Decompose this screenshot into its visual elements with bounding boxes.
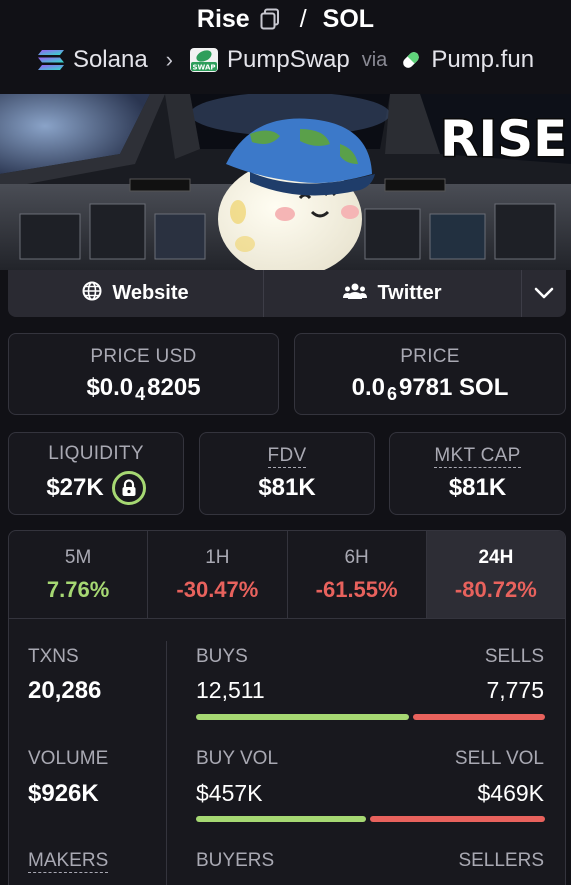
price-native-label: PRICE (400, 346, 460, 367)
market-cap-card[interactable]: MKT CAP $81K (389, 432, 566, 515)
chain-name[interactable]: Solana (73, 46, 148, 74)
pill-icon (399, 48, 423, 72)
token-symbol: Rise (196, 4, 250, 33)
transaction-stats-panel: TXNS 20,286 BUYS 12,511 SELLS 7,775 VOLU… (8, 619, 566, 885)
links-bar: Website Twitter (8, 270, 566, 317)
sell-volume-bar (370, 816, 545, 822)
liquidity-value-row: $27K (46, 470, 146, 505)
pair-title: Rise / SOL (0, 4, 571, 34)
dex-name[interactable]: PumpSwap (227, 46, 350, 74)
website-label: Website (112, 282, 189, 304)
price-native-card: PRICE 0.0 6 9781 SOL (294, 333, 566, 415)
liquidity-value: $27K (46, 473, 104, 501)
tab-24h-label: 24H (478, 546, 514, 568)
banner-title: RISE (440, 110, 567, 168)
volume-label: VOLUME (28, 748, 109, 769)
price-usd-value: $0.0 4 8205 (86, 374, 201, 404)
fdv-value: $81K (258, 474, 316, 501)
price-native-value: 0.0 6 9781 SOL (351, 374, 509, 404)
copy-icon[interactable] (260, 8, 280, 30)
txns-label: TXNS (28, 646, 79, 667)
price-usd-card: PRICE USD $0.0 4 8205 (8, 333, 279, 415)
buyers-label: BUYERS (196, 850, 275, 871)
market-cap-label: MKT CAP (434, 445, 521, 468)
price-native-prefix: 0.0 (351, 374, 385, 401)
sells-label: SELLS (484, 646, 544, 667)
tab-1h[interactable]: 1H -30.47% (148, 531, 288, 618)
pair-separator: / (299, 4, 307, 33)
buy-volume-label: BUY VOL (196, 748, 279, 769)
tab-1h-label: 1H (205, 546, 230, 568)
tab-6h-change: -61.55% (315, 576, 398, 602)
makers-label: MAKERS (28, 850, 109, 873)
tab-6h[interactable]: 6H -61.55% (288, 531, 427, 618)
tab-24h[interactable]: 24H -80.72% (426, 531, 565, 618)
price-native-digits: 9781 SOL (398, 374, 509, 401)
more-links-button[interactable] (522, 270, 566, 317)
timeframe-tabs: 5M 7.76% 1H -30.47% 6H -61.55% 24H -80.7… (8, 530, 566, 619)
tab-24h-change: -80.72% (454, 576, 537, 602)
quote-symbol: SOL (322, 4, 375, 33)
twitter-button[interactable]: Twitter (264, 270, 522, 317)
tab-5m-label: 5M (64, 546, 92, 568)
stats-divider (166, 641, 167, 885)
twitter-label: Twitter (377, 282, 442, 304)
txns-value: 20,286 (28, 677, 102, 704)
price-usd-zero-count: 4 (135, 383, 146, 404)
pumpswap-logo-text: SWAP (193, 64, 216, 72)
sell-volume-label: SELL VOL (454, 748, 544, 769)
price-usd-label: PRICE USD (90, 346, 197, 367)
liquidity-label: LIQUIDITY (48, 442, 144, 464)
launchpad-name[interactable]: Pump.fun (431, 46, 534, 74)
buys-bar (196, 714, 409, 720)
pumpswap-logo-icon: SWAP (189, 47, 219, 73)
liquidity-card: LIQUIDITY $27K (8, 432, 184, 515)
buys-value: 12,511 (196, 677, 265, 703)
market-cap-value: $81K (448, 474, 507, 501)
fdv-label: FDV (267, 445, 307, 468)
users-icon (343, 282, 368, 306)
website-button[interactable]: Website (8, 270, 264, 317)
lock-icon[interactable] (111, 470, 146, 505)
tab-6h-label: 6H (344, 546, 369, 568)
tab-5m-change: 7.76% (46, 576, 110, 602)
via-label: via (361, 48, 388, 71)
buy-volume-value: $457K (196, 780, 263, 806)
token-banner: RISE (0, 94, 571, 270)
volume-value: $926K (28, 780, 99, 807)
price-native-zero-count: 6 (386, 383, 397, 404)
sells-bar (413, 714, 545, 720)
price-usd-prefix: $0.0 (86, 374, 134, 401)
sellers-label: SELLERS (458, 850, 544, 871)
chain-dex-row: Solana › SWAP PumpSwap via Pump.fun (0, 44, 571, 76)
solana-logo-icon (37, 49, 65, 71)
sell-volume-value: $469K (477, 780, 544, 806)
fdv-card[interactable]: FDV $81K (199, 432, 375, 515)
price-usd-digits: 8205 (147, 374, 201, 401)
tab-5m[interactable]: 5M 7.76% (9, 531, 149, 618)
globe-icon (82, 281, 102, 307)
chevron-down-icon (534, 282, 554, 305)
sells-value: 7,775 (486, 677, 544, 703)
buy-volume-bar (196, 816, 366, 822)
buys-label: BUYS (196, 646, 248, 667)
tab-1h-change: -30.47% (176, 576, 259, 602)
chevron-right-icon: › (165, 47, 173, 72)
